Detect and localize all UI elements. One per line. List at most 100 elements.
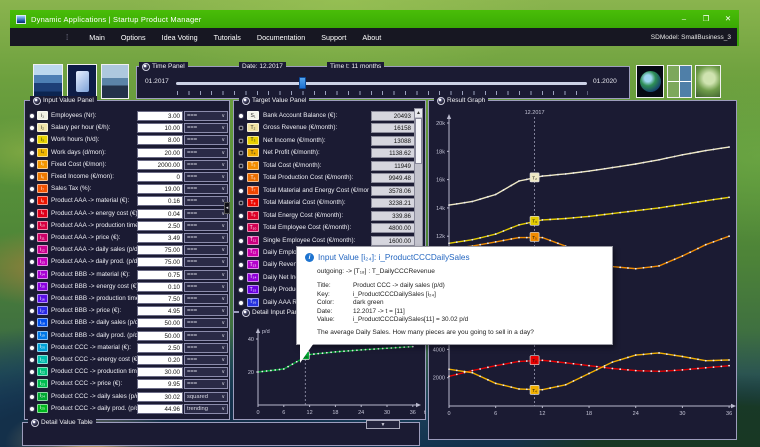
input-radio[interactable]: [29, 320, 35, 327]
input-radio[interactable]: [29, 283, 35, 290]
input-mode-dropdown[interactable]: ===∨: [184, 135, 228, 146]
input-value-field[interactable]: 50.00: [137, 330, 183, 341]
nav-thumbnail-door[interactable]: [67, 64, 97, 99]
input-mode-dropdown[interactable]: ===∨: [184, 306, 228, 317]
menu-item-options[interactable]: Options: [113, 33, 154, 42]
target-radio[interactable]: [238, 262, 244, 269]
target-radio[interactable]: [238, 137, 244, 144]
target-radio[interactable]: [238, 274, 244, 281]
input-radio[interactable]: [29, 271, 35, 278]
input-value-field[interactable]: 44.96: [137, 403, 183, 414]
input-value-field[interactable]: 10.00: [137, 123, 183, 134]
gallery-grid-button[interactable]: [667, 65, 692, 98]
input-value-field[interactable]: 0.20: [137, 355, 183, 365]
input-radio[interactable]: [29, 369, 35, 376]
input-mode-dropdown[interactable]: ===∨: [184, 318, 228, 329]
input-radio[interactable]: [29, 161, 35, 168]
input-radio[interactable]: [29, 174, 35, 180]
input-radio[interactable]: [29, 332, 35, 339]
target-radio[interactable]: [238, 125, 244, 132]
input-value-field[interactable]: 30.02: [137, 391, 183, 402]
globe-button[interactable]: [636, 65, 664, 98]
input-radio[interactable]: [29, 259, 35, 266]
input-mode-dropdown[interactable]: ===∨: [184, 147, 228, 158]
input-radio[interactable]: [29, 113, 35, 119]
target-radio[interactable]: [238, 175, 244, 182]
input-mode-dropdown[interactable]: ===∨: [184, 379, 228, 390]
input-radio[interactable]: [29, 137, 35, 144]
menu-item-support[interactable]: Support: [313, 33, 354, 42]
input-mode-dropdown[interactable]: ===∨: [184, 220, 228, 231]
input-value-field[interactable]: 0.75: [137, 269, 183, 280]
input-mode-dropdown[interactable]: ===∨: [184, 196, 228, 207]
target-radio[interactable]: [238, 225, 244, 232]
input-mode-dropdown[interactable]: ===∨: [184, 330, 228, 341]
garden-button[interactable]: [695, 65, 721, 98]
input-mode-dropdown[interactable]: ===∨: [184, 294, 228, 304]
input-radio[interactable]: [29, 210, 35, 217]
input-value-field[interactable]: 75.00: [137, 257, 183, 268]
input-radio[interactable]: [29, 125, 35, 132]
input-mode-dropdown[interactable]: ===∨: [184, 184, 228, 195]
target-radio[interactable]: [238, 249, 244, 256]
scrollbar-thumb[interactable]: [415, 118, 422, 164]
input-radio[interactable]: [29, 222, 35, 229]
target-radio[interactable]: [238, 162, 244, 169]
input-radio[interactable]: [29, 186, 35, 193]
input-mode-dropdown[interactable]: ===∨: [184, 208, 228, 219]
input-mode-dropdown[interactable]: ===∨: [184, 281, 228, 292]
input-radio[interactable]: [29, 198, 35, 205]
input-radio[interactable]: [29, 235, 35, 241]
target-radio[interactable]: [238, 150, 244, 157]
input-mode-dropdown[interactable]: ===∨: [184, 269, 228, 280]
input-value-field[interactable]: 50.00: [137, 318, 183, 329]
input-value-field[interactable]: 8.00: [137, 135, 183, 146]
minimize-button[interactable]: –: [673, 10, 695, 28]
time-slider-track[interactable]: [176, 82, 587, 85]
input-value-field[interactable]: 3.00: [137, 111, 183, 121]
target-radio[interactable]: [238, 237, 244, 244]
input-radio[interactable]: [29, 357, 35, 363]
menu-item-documentation[interactable]: Documentation: [249, 33, 313, 42]
input-radio[interactable]: [29, 381, 35, 388]
target-radio[interactable]: [238, 299, 244, 306]
input-radio[interactable]: [29, 149, 35, 156]
input-mode-dropdown[interactable]: ===∨: [184, 367, 228, 378]
input-value-field[interactable]: 20.00: [137, 147, 183, 158]
input-value-field[interactable]: 2.50: [137, 220, 183, 231]
menu-grip-icon[interactable]: ⁞: [66, 33, 68, 42]
target-radio[interactable]: [238, 113, 244, 119]
title-bar[interactable]: Dynamic Applications | Startup Product M…: [10, 10, 739, 28]
input-value-field[interactable]: 0: [137, 172, 183, 182]
input-mode-dropdown[interactable]: ===∨: [184, 245, 228, 256]
input-mode-dropdown[interactable]: ===∨: [184, 233, 228, 243]
menu-item-idea-voting[interactable]: Idea Voting: [154, 33, 206, 42]
input-value-field[interactable]: 4.95: [137, 306, 183, 317]
menu-item-tutorials[interactable]: Tutorials: [206, 33, 249, 42]
input-value-field[interactable]: 0.10: [137, 281, 183, 292]
input-radio[interactable]: [29, 393, 35, 400]
input-mode-dropdown[interactable]: ===∨: [184, 342, 228, 353]
target-radio[interactable]: [238, 187, 244, 194]
input-value-field[interactable]: 0.04: [137, 208, 183, 219]
target-radio[interactable]: [238, 212, 244, 219]
close-button[interactable]: ✕: [717, 10, 739, 28]
input-radio[interactable]: [29, 405, 35, 412]
collapse-expander-button[interactable]: ▼: [366, 420, 400, 429]
input-value-field[interactable]: 9.95: [137, 379, 183, 390]
scroll-up-icon[interactable]: ▲: [415, 109, 422, 117]
input-value-field[interactable]: 2000.00: [137, 159, 183, 170]
input-radio[interactable]: [29, 247, 35, 254]
input-mode-dropdown[interactable]: ===∨: [184, 172, 228, 182]
input-value-field[interactable]: 7.50: [137, 294, 183, 304]
input-radio[interactable]: [29, 344, 35, 351]
input-mode-dropdown[interactable]: squared ∨: [184, 391, 228, 402]
input-value-field[interactable]: 19.00: [137, 184, 183, 195]
input-radio[interactable]: [29, 308, 35, 315]
nav-thumbnail-beach[interactable]: [33, 64, 63, 99]
input-value-field[interactable]: 3.49: [137, 233, 183, 243]
input-mode-dropdown[interactable]: ===∨: [184, 257, 228, 268]
maximize-button[interactable]: ❐: [695, 10, 717, 28]
input-mode-dropdown[interactable]: ===∨: [184, 123, 228, 134]
input-value-field[interactable]: 0.16: [137, 196, 183, 207]
